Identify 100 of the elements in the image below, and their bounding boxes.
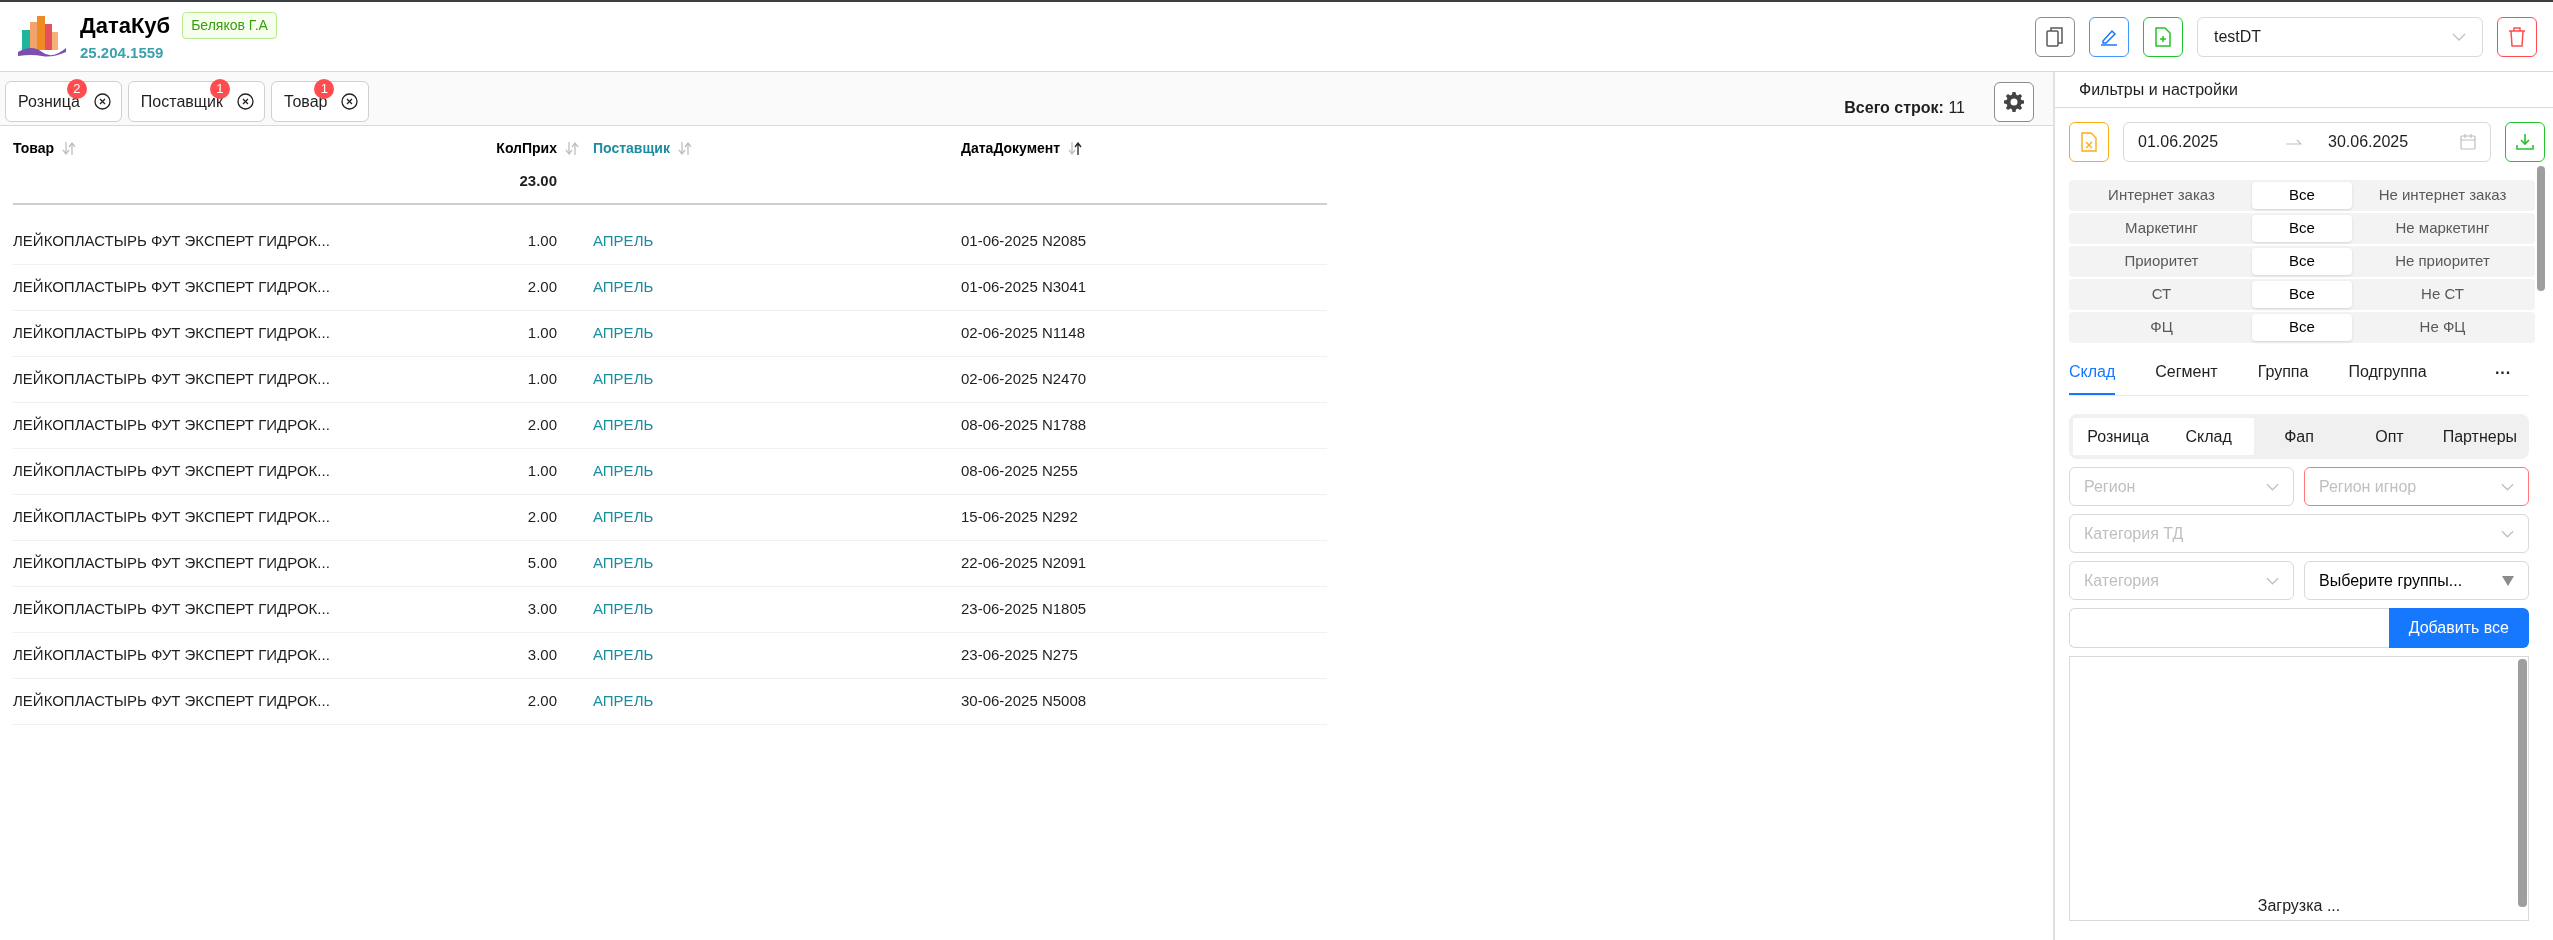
download-button[interactable] [2505, 122, 2545, 162]
settings-button[interactable] [1994, 82, 2034, 122]
column-header[interactable]: ДатаДокумент [961, 138, 1061, 159]
chevron-down-icon [2266, 482, 2279, 491]
row-count: Всего строк: 11 [1844, 98, 1965, 118]
supplier-link[interactable]: АПРЕЛЬ [587, 276, 961, 299]
supplier-link[interactable]: АПРЕЛЬ [587, 506, 961, 529]
segment-option[interactable]: Опт [2344, 418, 2435, 455]
filter-tab[interactable]: Поставщик 1 [127, 81, 265, 122]
delete-button[interactable] [2497, 16, 2537, 57]
supplier-link[interactable]: АПРЕЛЬ [587, 230, 961, 253]
table-cell-text: 02-06-2025 N2470 [961, 369, 1088, 390]
toggle-option[interactable]: Все [2252, 314, 2352, 341]
sort-icon[interactable] [1068, 142, 1083, 155]
table-cell-text: 1.00 [526, 323, 558, 344]
add-all-button[interactable]: Добавить все [2388, 608, 2529, 648]
table-cell-text: 2.00 [526, 277, 558, 298]
table-cell-text: 2.00 [526, 507, 558, 528]
table-cell-text: 01-06-2025 N2085 [961, 231, 1088, 252]
panel-tab[interactable]: Подгруппа [2348, 351, 2427, 395]
groups-select[interactable]: Выберите группы... [2304, 561, 2529, 600]
table-cell-text: 2.00 [526, 415, 558, 436]
column-total: 23.00 [519, 171, 557, 189]
toggle-option[interactable]: Все [2252, 215, 2352, 242]
count-badge: 1 [209, 79, 230, 99]
supplier-link[interactable]: АПРЕЛЬ [587, 414, 961, 437]
filter-tab[interactable]: Розница 2 [5, 81, 122, 122]
download-icon [2516, 134, 2534, 150]
panel-title: Фильтры и настройки [2079, 79, 2238, 100]
segment-option[interactable]: Розница [2073, 418, 2164, 455]
date-range-field[interactable]: 01.06.2025 30.06.2025 [2123, 122, 2491, 162]
table-cell-text: ЛЕЙКОПЛАСТЫРЬ ФУТ ЭКСПЕРТ ГИДРОК... [13, 415, 331, 436]
triangle-down-icon [2502, 575, 2514, 586]
pencil-icon [2100, 27, 2118, 46]
supplier-link[interactable]: АПРЕЛЬ [587, 598, 961, 621]
scrollbar-thumb[interactable] [2518, 659, 2527, 907]
table-cell-text: 01-06-2025 N3041 [961, 277, 1088, 298]
close-icon[interactable] [236, 93, 254, 110]
table-cell-text: 23-06-2025 N275 [961, 645, 1079, 666]
table-cell-text: ЛЕЙКОПЛАСТЫРЬ ФУТ ЭКСПЕРТ ГИДРОК... [13, 645, 331, 666]
toggle-option[interactable]: Приоритет [2071, 248, 2252, 275]
table-cell-text: 22-06-2025 N2091 [961, 553, 1088, 574]
supplier-link[interactable]: АПРЕЛЬ [587, 690, 961, 713]
search-field[interactable] [2069, 608, 2389, 648]
toggle-option[interactable]: Не приоритет [2352, 248, 2533, 275]
toggle-option[interactable]: Все [2252, 281, 2352, 308]
chevron-down-icon [2501, 482, 2514, 491]
table-cell-text: ЛЕЙКОПЛАСТЫРЬ ФУТ ЭКСПЕРТ ГИДРОК... [13, 231, 331, 252]
table-cell-text: 1.00 [526, 231, 558, 252]
panel-tab[interactable]: Группа [2257, 351, 2309, 395]
scrollbar-thumb[interactable] [2537, 166, 2545, 291]
toggle-option[interactable]: Не СТ [2352, 281, 2533, 308]
segment-option[interactable]: Фап [2253, 418, 2345, 455]
app-title: ДатаКуб [80, 11, 171, 40]
more-tabs-button[interactable]: ··· [2495, 361, 2511, 385]
report-select[interactable]: testDT [2197, 16, 2483, 57]
toggle-option[interactable]: ФЦ [2071, 314, 2252, 341]
supplier-link[interactable]: АПРЕЛЬ [587, 368, 961, 391]
toggle-option[interactable]: Все [2252, 182, 2352, 209]
supplier-link[interactable]: АПРЕЛЬ [587, 322, 961, 345]
edit-button[interactable] [2089, 16, 2129, 57]
column-header[interactable]: Товар [13, 138, 54, 159]
toggle-option[interactable]: Не ФЦ [2352, 314, 2533, 341]
toggle-option[interactable]: Интернет заказ [2071, 182, 2252, 209]
segment-option[interactable]: Партнеры [2434, 418, 2526, 455]
chevron-down-icon [2452, 32, 2466, 41]
version-label: 25.204.1559 [80, 42, 165, 63]
table-cell-text: 5.00 [526, 553, 558, 574]
table-cell-text: ЛЕЙКОПЛАСТЫРЬ ФУТ ЭКСПЕРТ ГИДРОК... [13, 507, 331, 528]
table-cell-text: ЛЕЙКОПЛАСТЫРЬ ФУТ ЭКСПЕРТ ГИДРОК... [13, 277, 331, 298]
toggle-option[interactable]: Не интернет заказ [2352, 182, 2533, 209]
column-header[interactable]: Поставщик [593, 138, 670, 159]
new-file-button[interactable] [2143, 16, 2183, 57]
user-badge: Беляков Г.А [182, 11, 277, 39]
toggle-option[interactable]: Все [2252, 248, 2352, 275]
trash-icon [2508, 26, 2526, 47]
toggle-option[interactable]: Не маркетинг [2352, 215, 2533, 242]
toggle-option[interactable]: СТ [2071, 281, 2252, 308]
panel-tab[interactable]: Склад [2069, 351, 2116, 395]
close-icon[interactable] [341, 93, 359, 110]
supplier-link[interactable]: АПРЕЛЬ [587, 460, 961, 483]
close-icon[interactable] [93, 93, 111, 110]
panel-tab[interactable]: Сегмент [2155, 351, 2218, 395]
excel-button[interactable] [2069, 122, 2109, 162]
table-cell-text: 1.00 [526, 461, 558, 482]
table-cell-text: ЛЕЙКОПЛАСТЫРЬ ФУТ ЭКСПЕРТ ГИДРОК... [13, 323, 331, 344]
copy-button[interactable] [2035, 16, 2075, 57]
chevron-down-icon [2501, 529, 2514, 538]
column-header[interactable]: КолПрих [496, 138, 557, 159]
supplier-link[interactable]: АПРЕЛЬ [587, 644, 961, 667]
segment-option[interactable]: Склад [2163, 418, 2254, 455]
table-cell-text: 3.00 [526, 599, 558, 620]
table-cell-text: 3.00 [526, 645, 558, 666]
filter-tab[interactable]: Товар 1 [270, 81, 370, 122]
table-cell-text: 23-06-2025 N1805 [961, 599, 1088, 620]
table-cell-text: 2.00 [526, 691, 558, 712]
table-cell-text: ЛЕЙКОПЛАСТЫРЬ ФУТ ЭКСПЕРТ ГИДРОК... [13, 369, 331, 390]
table-cell-text: 08-06-2025 N255 [961, 461, 1079, 482]
toggle-option[interactable]: Маркетинг [2071, 215, 2252, 242]
supplier-link[interactable]: АПРЕЛЬ [587, 552, 961, 575]
